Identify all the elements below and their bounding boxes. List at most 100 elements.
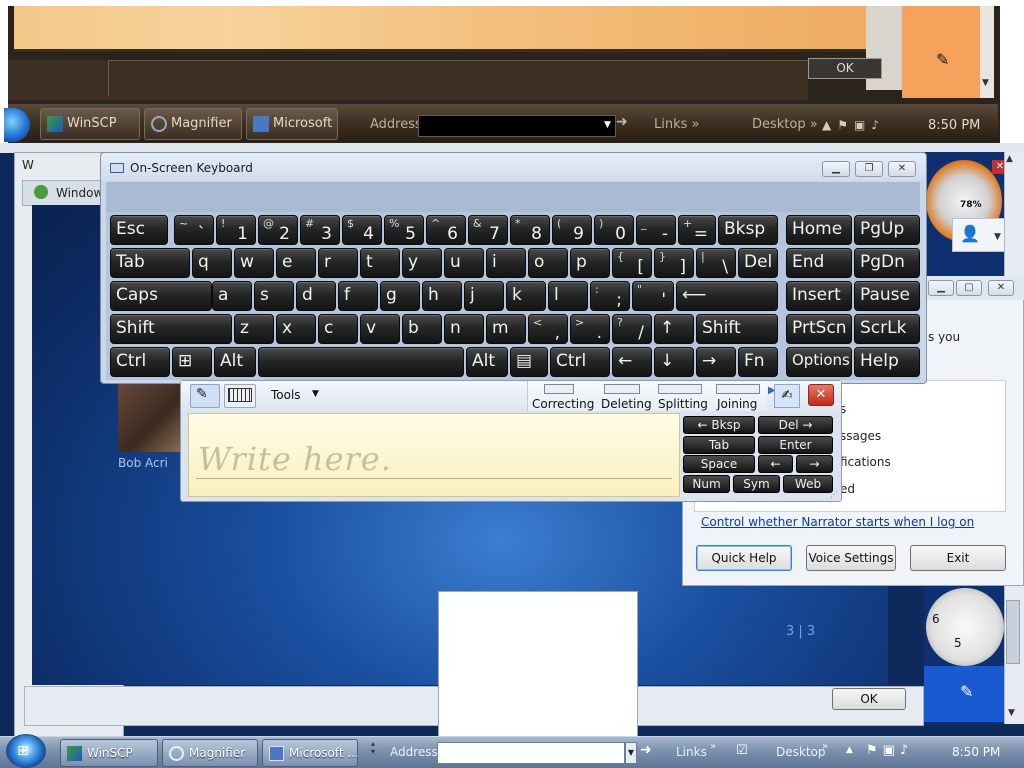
- osk-key-s[interactable]: s: [254, 281, 294, 311]
- osk-key-h[interactable]: h: [422, 281, 462, 311]
- exit-button[interactable]: Exit: [910, 545, 1006, 571]
- osk-key-ctrl[interactable]: Ctrl: [550, 347, 610, 377]
- restore-icon[interactable]: ❐: [855, 161, 883, 177]
- resize-grip-icon[interactable]: ⋰: [830, 490, 838, 499]
- osk-key-6[interactable]: ^ 6: [426, 215, 466, 245]
- options-pen-icon[interactable]: ✍: [774, 384, 800, 408]
- close-icon[interactable]: ✕: [988, 280, 1014, 296]
- bksp-key[interactable]: ← Bksp: [683, 416, 755, 434]
- osk-key-[interactable]: " ': [632, 281, 674, 311]
- osk-key-[interactable]: ? /: [612, 314, 652, 344]
- minimize-icon[interactable]: ▁: [928, 280, 954, 296]
- address-dropdown-popup[interactable]: [438, 591, 638, 743]
- osk-key-8[interactable]: * 8: [510, 215, 550, 245]
- contact-photo[interactable]: [118, 380, 180, 452]
- osk-key-[interactable]: ←: [612, 347, 652, 377]
- osk-key-p[interactable]: p: [570, 248, 610, 278]
- show-hidden-icons-icon[interactable]: ▲: [846, 745, 853, 755]
- osk-key-help[interactable]: Help: [854, 347, 920, 377]
- osk-key-tab[interactable]: Tab: [110, 248, 190, 278]
- osk-key-j[interactable]: j: [464, 281, 504, 311]
- contact-name[interactable]: Bob Acri: [118, 456, 168, 470]
- scroll-up-arrow-icon[interactable]: ▲: [1006, 154, 1013, 164]
- joining-icon[interactable]: [716, 384, 760, 394]
- osk-key-1[interactable]: ! 1: [216, 215, 256, 245]
- left-arrow-key[interactable]: ←: [758, 455, 793, 473]
- minimize-icon[interactable]: ▁: [822, 161, 850, 177]
- osk-key-[interactable]: <,: [528, 314, 568, 344]
- splitting-icon[interactable]: [658, 384, 702, 394]
- system-tray-icons[interactable]: ⚑▣♪: [866, 743, 913, 758]
- osk-key-insert[interactable]: Insert: [786, 281, 852, 311]
- osk-key-bksp[interactable]: Bksp: [718, 215, 778, 245]
- taskbar-item-magnifier[interactable]: Magnifier: [162, 739, 258, 767]
- gesture-label[interactable]: Correcting: [532, 397, 594, 411]
- osk-key-u[interactable]: u: [444, 248, 484, 278]
- input-panel-close-button[interactable]: ✕: [808, 384, 834, 406]
- osk-key-scrlk[interactable]: ScrLk: [854, 314, 920, 344]
- osk-key-[interactable]: }]: [654, 248, 694, 278]
- osk-key-e[interactable]: e: [276, 248, 316, 278]
- chevron-down-icon[interactable]: ▼: [312, 389, 319, 399]
- osk-key-[interactable]: _ -: [636, 215, 676, 245]
- taskbar-item-microsoft[interactable]: Microsoft ...: [262, 739, 358, 767]
- osk-key-space[interactable]: [258, 347, 464, 377]
- desktop-toolbar-label[interactable]: Desktop: [776, 745, 826, 759]
- osk-key-[interactable]: ⟵: [676, 281, 778, 311]
- gesture-label[interactable]: Splitting: [658, 397, 708, 411]
- osk-key-2[interactable]: @2: [258, 215, 298, 245]
- osk-key-l[interactable]: l: [548, 281, 588, 311]
- osk-key-[interactable]: >.: [570, 314, 610, 344]
- gesture-label[interactable]: Joining: [717, 397, 757, 411]
- correcting-icon[interactable]: [544, 384, 574, 394]
- taskbar-clock[interactable]: 8:50 PM: [952, 745, 1000, 759]
- toolbar-grip-icon[interactable]: ▴ ▾: [368, 740, 378, 766]
- tools-menu[interactable]: Tools: [271, 388, 301, 402]
- osk-key-f[interactable]: f: [338, 281, 378, 311]
- osk-key-[interactable]: →: [696, 347, 736, 377]
- osk-key-a[interactable]: a: [212, 281, 252, 311]
- osk-key-[interactable]: ~ `: [174, 215, 214, 245]
- osk-key-[interactable]: ⊞: [172, 347, 212, 377]
- osk-key-[interactable]: | \: [696, 248, 736, 278]
- go-arrow-icon[interactable]: ➜: [640, 742, 652, 758]
- osk-key-shift[interactable]: Shift: [696, 314, 778, 344]
- osk-key-q[interactable]: q: [192, 248, 232, 278]
- gesture-label[interactable]: Deleting: [601, 397, 652, 411]
- chevron-down-icon[interactable]: ▼: [625, 742, 637, 764]
- osk-key-shift[interactable]: Shift: [110, 314, 232, 344]
- osk-key-v[interactable]: v: [360, 314, 400, 344]
- osk-key-7[interactable]: & 7: [468, 215, 508, 245]
- osk-key-z[interactable]: z: [234, 314, 274, 344]
- osk-key-n[interactable]: n: [444, 314, 484, 344]
- osk-key-4[interactable]: $4: [342, 215, 382, 245]
- osk-key-caps[interactable]: Caps: [110, 281, 212, 311]
- osk-key-[interactable]: + =: [678, 215, 716, 245]
- osk-key-pause[interactable]: Pause: [854, 281, 920, 311]
- osk-key-m[interactable]: m: [486, 314, 526, 344]
- osk-key-end[interactable]: End: [786, 248, 852, 278]
- enter-key[interactable]: Enter: [758, 436, 833, 454]
- osk-key-[interactable]: ↑: [654, 314, 694, 344]
- osk-key-pgup[interactable]: PgUp: [854, 215, 920, 245]
- osk-key-ctrl[interactable]: Ctrl: [110, 347, 170, 377]
- osk-key-0[interactable]: ) 0: [594, 215, 634, 245]
- osk-key-o[interactable]: o: [528, 248, 568, 278]
- quick-help-button[interactable]: Quick Help: [696, 545, 792, 571]
- del-key[interactable]: Del →: [758, 416, 833, 434]
- tab-key[interactable]: Tab: [683, 436, 755, 454]
- close-icon[interactable]: ✕: [888, 161, 916, 177]
- osk-key-[interactable]: {[: [612, 248, 652, 278]
- osk-key-k[interactable]: k: [506, 281, 546, 311]
- links-toolbar-label[interactable]: Links: [676, 745, 707, 759]
- osk-key-prtscn[interactable]: PrtScn: [786, 314, 852, 344]
- osk-key-pgdn[interactable]: PgDn: [854, 248, 920, 278]
- osk-key-w[interactable]: w: [234, 248, 274, 278]
- osk-key-i[interactable]: i: [486, 248, 526, 278]
- osk-key-alt[interactable]: Alt: [466, 347, 508, 377]
- osk-key-9[interactable]: (9: [552, 215, 592, 245]
- osk-key-home[interactable]: Home: [786, 215, 852, 245]
- clock-gadget[interactable]: [926, 588, 1004, 666]
- address-input[interactable]: [437, 742, 625, 764]
- osk-key-r[interactable]: r: [318, 248, 358, 278]
